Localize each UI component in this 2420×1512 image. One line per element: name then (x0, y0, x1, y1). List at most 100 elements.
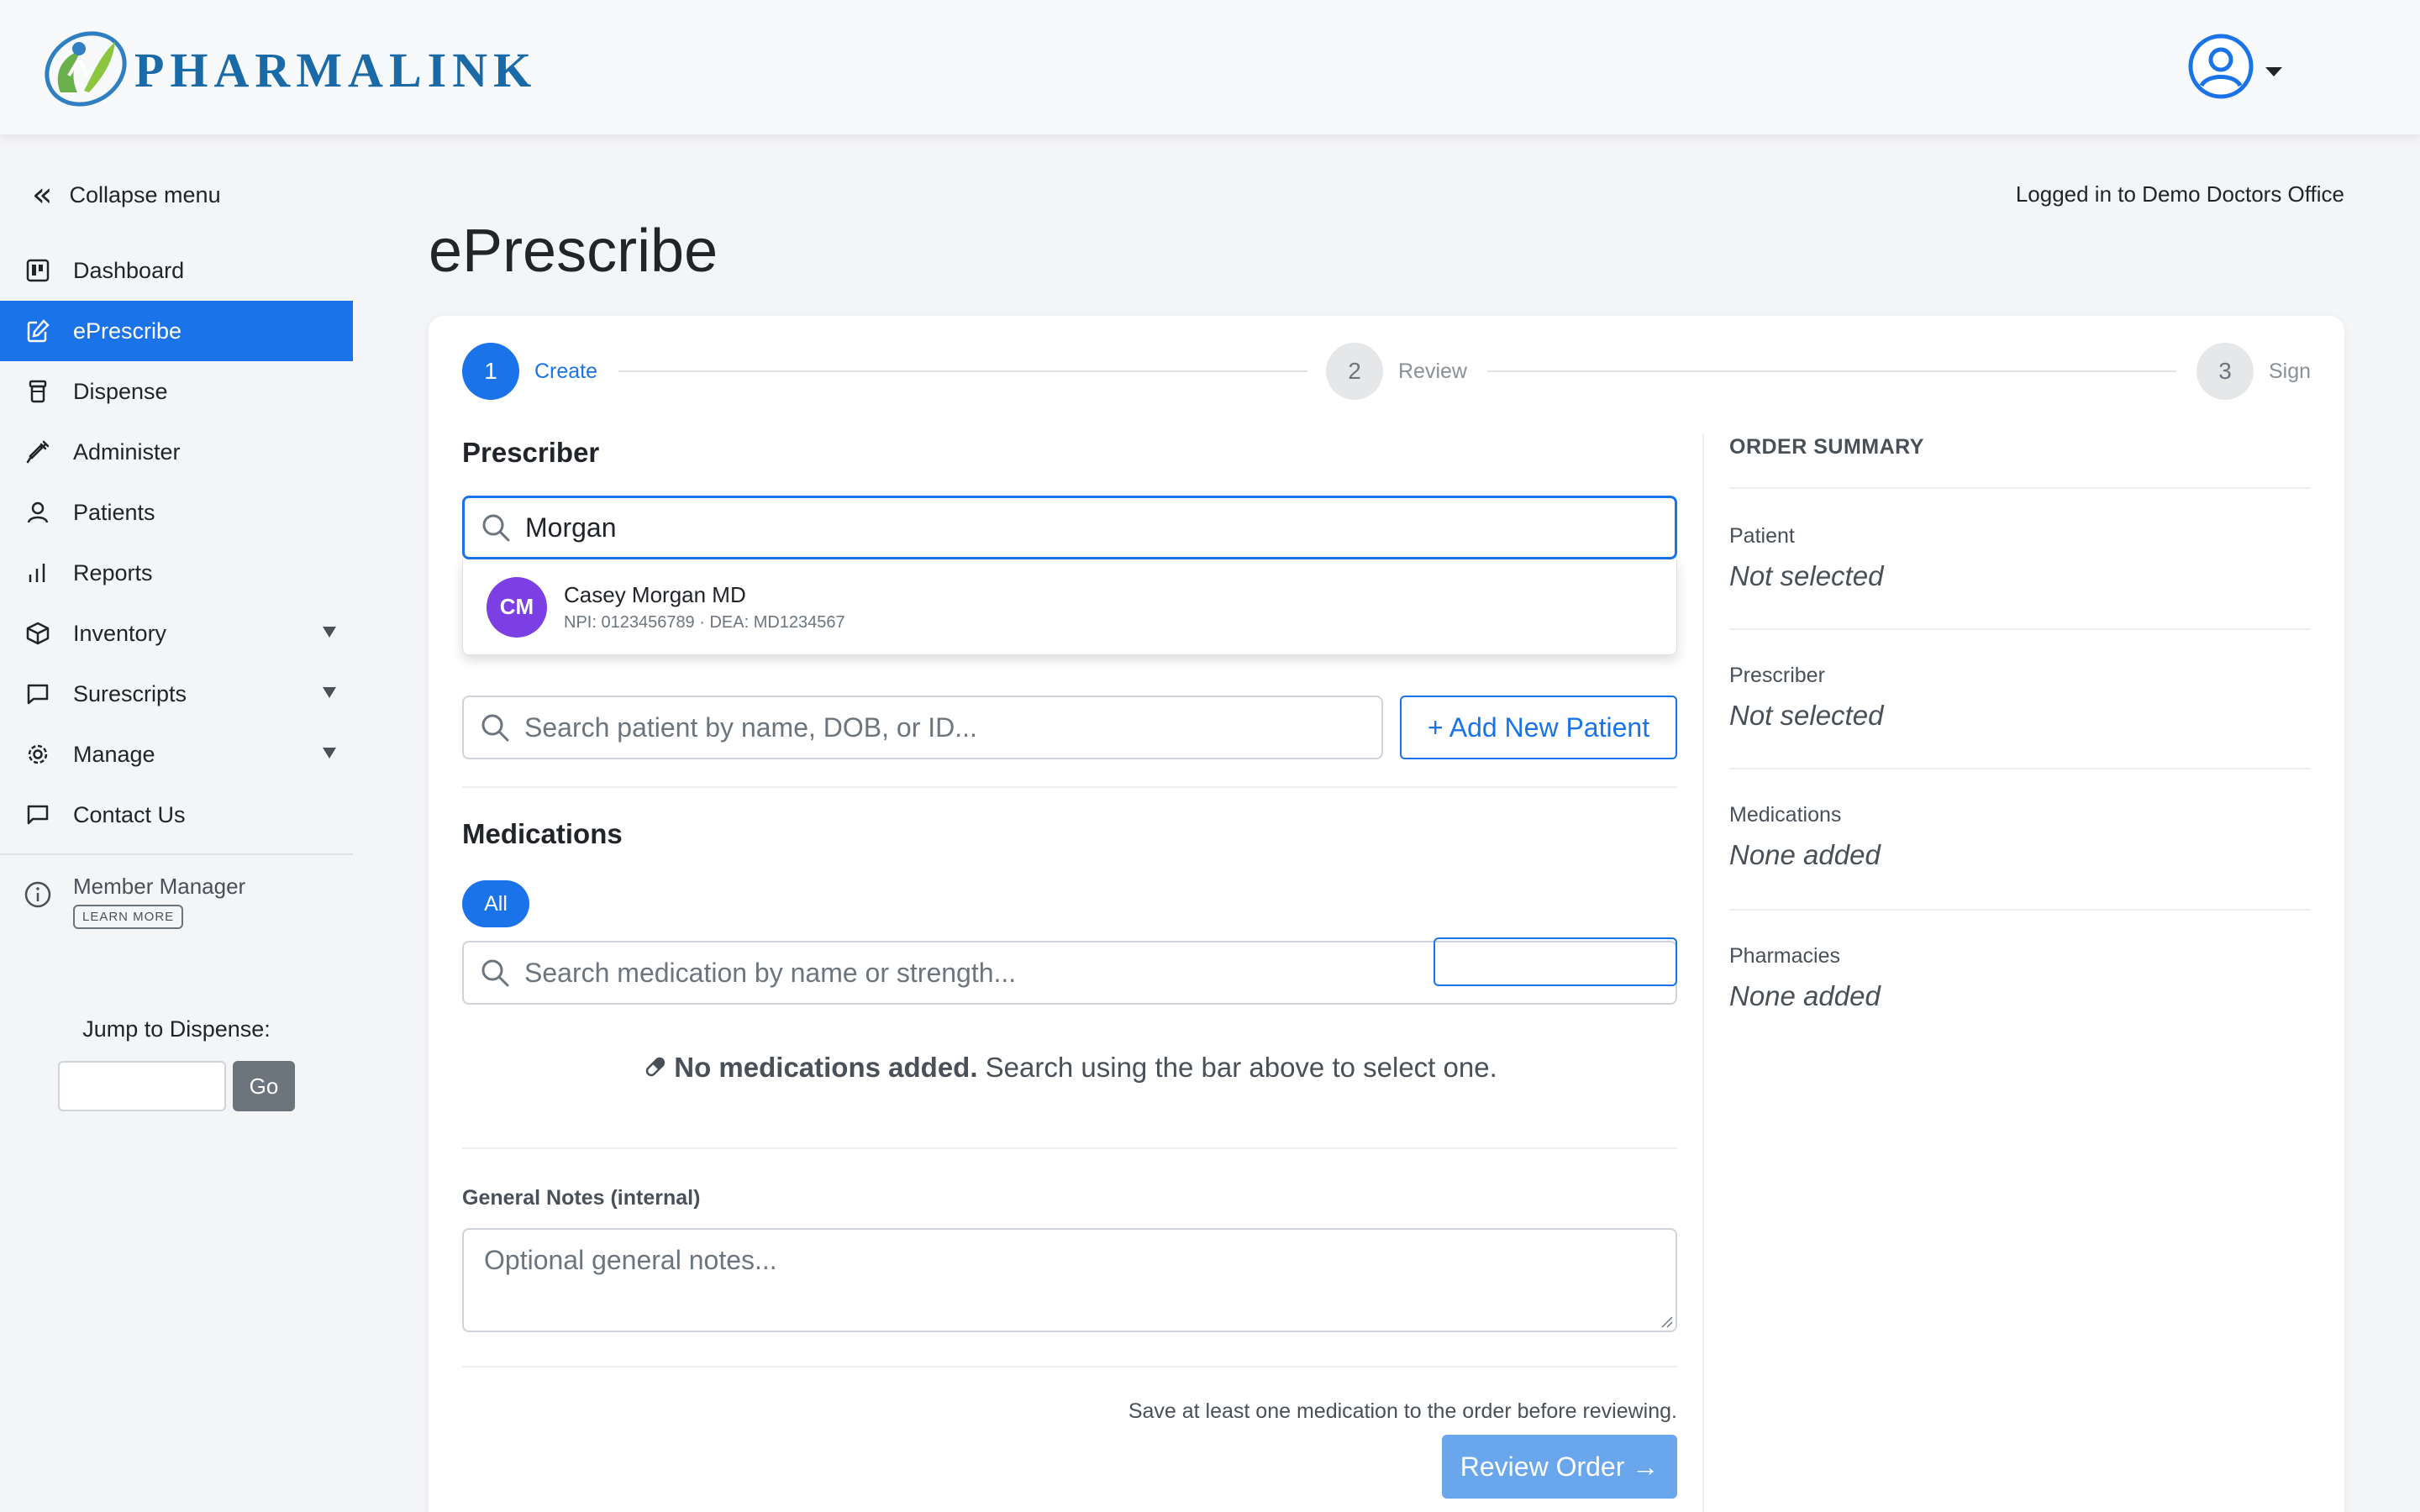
filter-all-pill[interactable]: All (462, 880, 529, 927)
step-label: Review (1398, 359, 1467, 383)
hidden-button-outline (1434, 937, 1677, 986)
search-icon (482, 514, 510, 542)
jump-to-dispense: Jump to Dispense: Go (0, 1016, 353, 1111)
sidebar-item-reports[interactable]: Reports (0, 543, 353, 603)
review-helper-text: Save at least one medication to the orde… (1128, 1399, 1677, 1423)
summary-value: Not selected (1729, 700, 1884, 731)
general-notes-field[interactable] (462, 1228, 1677, 1332)
patient-search-input[interactable] (524, 711, 1337, 743)
step-label: Create (534, 359, 598, 383)
step-number: 1 (462, 343, 519, 400)
sidebar-item-administer[interactable]: Administer (0, 422, 353, 482)
step-number: 2 (1326, 343, 1383, 400)
section-divider (462, 786, 1677, 788)
sidebar-item-eprescribe[interactable]: ePrescribe (0, 301, 353, 361)
step-number: 3 (2196, 343, 2254, 400)
sidebar-item-label: Administer (73, 438, 181, 465)
resize-grip-icon[interactable] (1659, 1314, 1674, 1329)
user-circle-icon (2188, 34, 2254, 99)
order-summary-title: ORDER SUMMARY (1729, 435, 1924, 459)
learn-more-button[interactable]: LEARN MORE (73, 905, 184, 929)
go-button[interactable]: Go (233, 1061, 295, 1111)
prescriber-result-option[interactable]: CM Casey Morgan MD NPI: 0123456789 · DEA… (462, 559, 1677, 655)
info-icon (24, 880, 52, 909)
summary-label: Patient (1729, 524, 1795, 548)
logo-mark-icon (45, 31, 127, 107)
summary-value: Not selected (1729, 560, 1884, 591)
review-order-button[interactable]: Review Order → (1442, 1435, 1677, 1499)
summary-divider-line (1729, 768, 2311, 769)
message-icon (24, 801, 52, 829)
sidebar-item-label: Contact Us (73, 801, 186, 827)
dashboard-icon (24, 256, 52, 285)
step-sign[interactable]: 3 Sign (2196, 343, 2311, 400)
sidebar-item-dispense[interactable]: Dispense (0, 361, 353, 422)
step-connector (1487, 370, 2176, 372)
user-menu-button[interactable] (2188, 34, 2282, 99)
summary-divider (1702, 433, 1704, 1512)
person-icon (24, 498, 52, 527)
eprescribe-card: 1 Create 2 Review 3 Sign Prescriber CM C… (429, 316, 2344, 1512)
pharmalink-logo[interactable]: PHARMALINK (35, 25, 537, 109)
pill-bottle-icon (24, 377, 52, 406)
summary-value: None added (1729, 980, 1881, 1011)
step-label: Sign (2269, 359, 2312, 383)
logged-in-status: Logged in to Demo Doctors Office (2015, 181, 2344, 207)
prescriber-search-input[interactable] (525, 512, 1601, 543)
sidebar-item-manage[interactable]: Manage (0, 724, 353, 785)
collapse-menu-button[interactable]: « Collapse menu (32, 176, 221, 213)
sidebar-item-surescripts[interactable]: Surescripts (0, 664, 353, 724)
sidebar-nav: Dashboard ePrescribe Dispense Administer… (0, 240, 353, 855)
prescriber-title: Prescriber (462, 437, 600, 468)
summary-value: None added (1729, 839, 1881, 870)
general-notes-label: General Notes (internal) (462, 1186, 701, 1210)
prescriber-result-name: Casey Morgan MD (564, 581, 746, 607)
summary-divider-line (1729, 628, 2311, 630)
page-title: ePrescribe (429, 218, 718, 285)
sidebar-item-inventory[interactable]: Inventory (0, 603, 353, 664)
summary-label: Pharmacies (1729, 944, 1840, 968)
sidebar-item-label: Manage (73, 741, 155, 767)
summary-patient: Patient Not selected (1729, 524, 2311, 592)
sidebar-item-contact-us[interactable]: Contact Us (0, 785, 353, 845)
member-manager: Member Manager LEARN MORE (24, 874, 245, 929)
brand-name: PHARMALINK (134, 42, 538, 97)
step-review[interactable]: 2 Review (1326, 343, 1467, 400)
sidebar-item-dashboard[interactable]: Dashboard (0, 240, 353, 301)
sidebar-item-label: Dashboard (73, 257, 185, 283)
sidebar-item-label: Dispense (73, 378, 168, 404)
summary-divider-line (1729, 909, 2311, 911)
collapse-menu-label: Collapse menu (69, 181, 221, 207)
sidebar-divider (0, 853, 353, 855)
summary-label: Medications (1729, 803, 1842, 827)
sidebar-item-label: Patients (73, 499, 155, 525)
expand-arrow-icon (323, 687, 336, 698)
pill-icon (646, 1057, 666, 1077)
summary-prescriber: Prescriber Not selected (1729, 664, 2311, 732)
bar-chart-icon (24, 559, 52, 587)
step-connector (618, 370, 1307, 372)
top-bar: PHARMALINK (0, 0, 2420, 134)
sidebar-item-label: ePrescribe (73, 318, 182, 344)
sidebar-item-label: Surescripts (73, 680, 187, 706)
gear-icon (24, 740, 52, 769)
patient-search[interactable] (462, 696, 1383, 759)
prescriber-result-ids: NPI: 0123456789 · DEA: MD1234567 (564, 612, 845, 632)
jump-to-dispense-label: Jump to Dispense: (82, 1016, 271, 1042)
summary-divider-line (1729, 487, 2311, 489)
step-create[interactable]: 1 Create (462, 343, 597, 400)
prescriber-search[interactable] (462, 496, 1677, 559)
section-divider (462, 1366, 1677, 1368)
summary-label: Prescriber (1729, 664, 1825, 687)
search-icon (481, 959, 509, 987)
section-divider (462, 1147, 1677, 1149)
sidebar-item-patients[interactable]: Patients (0, 482, 353, 543)
jump-to-dispense-input[interactable] (58, 1061, 226, 1111)
summary-medications: Medications None added (1729, 803, 2311, 871)
box-icon (24, 619, 52, 648)
empty-medications-message: No medications added. Search using the b… (462, 1052, 1677, 1084)
member-manager-title: Member Manager (73, 874, 246, 899)
avatar: CM (487, 576, 547, 638)
add-new-patient-button[interactable]: + Add New Patient (1400, 696, 1677, 759)
expand-arrow-icon (323, 748, 336, 759)
